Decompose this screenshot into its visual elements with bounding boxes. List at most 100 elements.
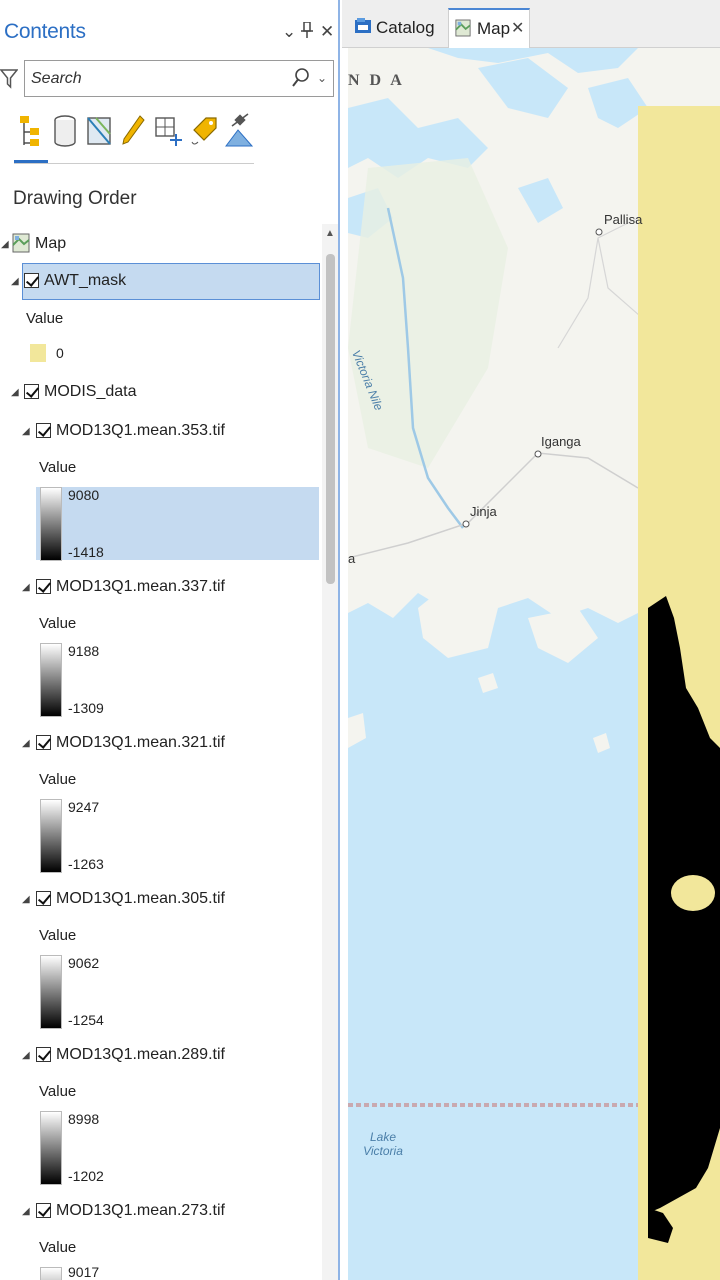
stretch-color-ramp — [40, 487, 62, 561]
map-view[interactable]: N D A Pallisa Victoria Nile Iganga Jinja… — [348, 48, 720, 1280]
town-marker-jinja — [462, 520, 470, 528]
map-icon — [455, 19, 471, 37]
search-placeholder: Search — [31, 70, 82, 87]
contents-pane: Contents ⌄ ✕ Search ⌄ Drawing Order ◢ Ma… — [0, 0, 340, 1280]
ramp-min-label: -1263 — [68, 856, 104, 872]
stretch-color-ramp — [40, 1267, 62, 1280]
pin-icon[interactable] — [301, 21, 313, 43]
ramp-max-label: 9247 — [68, 799, 100, 815]
value-header-label: Value — [39, 1239, 77, 1256]
layer-visibility-checkbox[interactable] — [36, 1047, 51, 1062]
layer-name[interactable]: MOD13Q1.mean.289.tif — [56, 1046, 225, 1064]
collapse-arrow-icon[interactable]: ◢ — [1, 239, 9, 250]
collapse-arrow-icon[interactable]: ◢ — [11, 276, 19, 287]
layer-name[interactable]: MOD13Q1.mean.321.tif — [56, 734, 225, 752]
layer-tree: ◢ Map ◢ AWT_mask Value 0 ◢ MODIS_data ◢ … — [0, 224, 322, 1280]
scroll-up-arrow-icon[interactable]: ▲ — [325, 228, 335, 239]
list-by-selection-icon[interactable] — [84, 112, 118, 150]
group-name[interactable]: MODIS_data — [44, 383, 136, 401]
close-tab-icon[interactable]: ✕ — [511, 18, 524, 38]
search-icon[interactable] — [291, 67, 311, 89]
list-by-editing-icon[interactable] — [118, 112, 152, 150]
catalog-icon — [355, 18, 371, 33]
list-by-drawing-order-icon[interactable] — [14, 112, 48, 150]
ramp-min-label: -1202 — [68, 1168, 104, 1184]
collapse-arrow-icon[interactable]: ◢ — [22, 426, 30, 437]
view-tabs: Catalog Map ✕ — [342, 0, 720, 48]
toolbar-divider — [14, 163, 254, 164]
tree-raster-layer-row[interactable]: ◢ MOD13Q1.mean.305.tif — [0, 887, 322, 911]
town-label-jinja: Jinja — [470, 504, 497, 519]
layer-name[interactable]: MOD13Q1.mean.337.tif — [56, 578, 225, 596]
tree-scrollbar[interactable]: ▲ — [322, 224, 338, 1280]
close-pane-icon[interactable]: ✕ — [320, 22, 334, 42]
town-marker-pallisa — [595, 228, 603, 236]
stretch-color-ramp — [40, 1111, 62, 1185]
tree-map-row[interactable]: ◢ Map — [0, 232, 322, 256]
layer-visibility-checkbox[interactable] — [24, 273, 39, 288]
tree-group-modis-data[interactable]: ◢ MODIS_data — [0, 380, 322, 404]
list-by-data-source-icon[interactable] — [50, 112, 84, 150]
mask-hole — [671, 875, 715, 911]
legend-value-label: 0 — [56, 345, 64, 361]
ramp-max-label: 9017 — [68, 1264, 100, 1280]
value-header-label: Value — [39, 459, 77, 476]
layer-name[interactable]: AWT_mask — [44, 272, 126, 290]
legend-class-row: 0 — [0, 342, 322, 364]
island — [593, 733, 610, 753]
search-options-chevron-icon[interactable]: ⌄ — [317, 71, 327, 85]
ramp-max-label: 9188 — [68, 643, 100, 659]
layer-visibility-checkbox[interactable] — [36, 423, 51, 438]
value-header-label: Value — [39, 1083, 77, 1100]
stretch-color-ramp — [40, 955, 62, 1029]
island — [478, 673, 498, 693]
collapse-arrow-icon[interactable]: ◢ — [22, 1050, 30, 1061]
map-canvas — [348, 48, 720, 1280]
list-by-labeling-icon[interactable] — [188, 112, 222, 150]
value-header-label: Value — [39, 615, 77, 632]
list-by-snapping-icon[interactable] — [152, 112, 186, 150]
collapse-arrow-icon[interactable]: ◢ — [11, 387, 19, 398]
map-icon — [12, 233, 30, 253]
lake-label: Lake Victoria — [363, 1130, 403, 1158]
tree-raster-layer-row[interactable]: ◢ MOD13Q1.mean.289.tif — [0, 1043, 322, 1067]
list-by-perspective-imagery-icon[interactable] — [222, 112, 256, 150]
layer-name[interactable]: MOD13Q1.mean.353.tif — [56, 422, 225, 440]
collapse-arrow-icon[interactable]: ◢ — [22, 894, 30, 905]
pane-title: Contents — [4, 20, 86, 43]
contents-toolbar — [10, 110, 330, 166]
island — [348, 713, 366, 748]
layer-visibility-checkbox[interactable] — [36, 579, 51, 594]
search-input[interactable]: Search ⌄ — [24, 60, 334, 97]
scrollbar-thumb[interactable] — [326, 254, 335, 584]
tree-raster-layer-row[interactable]: ◢ MOD13Q1.mean.353.tif — [0, 419, 322, 443]
layer-visibility-checkbox[interactable] — [36, 735, 51, 750]
tree-raster-layer-row[interactable]: ◢ MOD13Q1.mean.337.tif — [0, 575, 322, 599]
collapse-arrow-icon[interactable]: ◢ — [22, 582, 30, 593]
layer-name[interactable]: MOD13Q1.mean.305.tif — [56, 890, 225, 908]
layer-visibility-checkbox[interactable] — [36, 891, 51, 906]
ramp-min-label: -1309 — [68, 700, 104, 716]
filter-icon[interactable] — [0, 68, 18, 90]
value-header-label: Value — [26, 310, 64, 327]
collapse-arrow-icon[interactable]: ◢ — [22, 1206, 30, 1217]
layer-visibility-checkbox[interactable] — [36, 1203, 51, 1218]
pane-options-dropdown-icon[interactable]: ⌄ — [282, 22, 296, 42]
tab-catalog[interactable]: Catalog — [348, 8, 446, 48]
tree-raster-layer-row[interactable]: ◢ MOD13Q1.mean.273.tif — [0, 1199, 322, 1223]
island — [528, 608, 598, 663]
collapse-arrow-icon[interactable]: ◢ — [22, 738, 30, 749]
ramp-max-label: 9062 — [68, 955, 100, 971]
tab-label: Map — [477, 19, 511, 38]
town-label-iganga: Iganga — [541, 434, 581, 449]
ramp-max-label: 8998 — [68, 1111, 100, 1127]
tab-map[interactable]: Map ✕ — [448, 8, 530, 48]
tree-raster-layer-row[interactable]: ◢ MOD13Q1.mean.321.tif — [0, 731, 322, 755]
map-label: Map — [35, 235, 67, 252]
ramp-max-label: 9080 — [68, 487, 100, 503]
layer-name[interactable]: MOD13Q1.mean.273.tif — [56, 1202, 225, 1220]
country-label: N D A — [348, 72, 405, 89]
group-visibility-checkbox[interactable] — [24, 384, 39, 399]
town-label-pallisa: Pallisa — [604, 212, 643, 227]
tree-layer-awt-mask[interactable]: ◢ AWT_mask — [0, 269, 322, 293]
